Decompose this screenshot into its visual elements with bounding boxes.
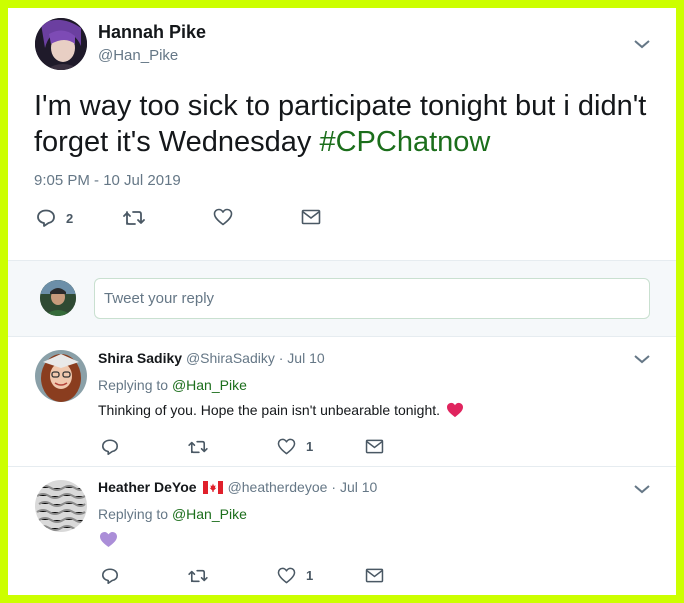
reply-author-avatar[interactable]: [35, 480, 87, 532]
reply-icon: [101, 568, 119, 585]
current-user-avatar: [40, 280, 76, 316]
chevron-down-icon[interactable]: [633, 38, 651, 50]
reply-header: Heather DeYoe @heatherdeyoe · Jul 10: [98, 479, 377, 495]
reply-action[interactable]: 2: [36, 208, 73, 228]
divider: [8, 466, 676, 467]
reply-author-handle[interactable]: @ShiraSadiky: [186, 350, 275, 366]
like-action[interactable]: [213, 208, 233, 226]
chevron-down-icon[interactable]: [633, 353, 651, 365]
message-action[interactable]: [365, 439, 384, 454]
message-action[interactable]: [301, 209, 321, 225]
like-icon: [213, 208, 233, 226]
mail-icon: [365, 568, 384, 583]
reply-author-handle[interactable]: @heatherdeyoe: [228, 479, 328, 495]
reply-input[interactable]: Tweet your reply: [94, 278, 650, 319]
mail-icon: [301, 209, 321, 225]
chevron-down-icon[interactable]: [633, 483, 651, 495]
reply-header: Shira Sadiky @ShiraSadiky · Jul 10: [98, 350, 325, 366]
purple-heart-icon: [100, 531, 117, 548]
tweet-timestamp[interactable]: 9:05 PM - 10 Jul 2019: [34, 172, 181, 189]
reply-author-name[interactable]: Heather DeYoe: [98, 479, 197, 495]
message-action[interactable]: [365, 568, 384, 583]
reply-date[interactable]: · Jul 10: [279, 350, 325, 366]
like-icon: [277, 438, 296, 455]
replying-to: Replying to @Han_Pike: [98, 377, 247, 393]
reply-input-placeholder: Tweet your reply: [104, 290, 215, 307]
like-count: 1: [306, 568, 314, 583]
retweet-icon: [188, 569, 208, 583]
like-icon: [277, 567, 296, 584]
author-avatar[interactable]: [35, 18, 87, 70]
divider: [8, 260, 676, 261]
reply-icon: [37, 209, 55, 227]
retweet-action[interactable]: [122, 209, 146, 227]
author-name[interactable]: Hannah Pike: [98, 22, 206, 43]
canada-flag-icon: [202, 480, 223, 494]
reply-author-name[interactable]: Shira Sadiky: [98, 350, 182, 366]
red-heart-icon: [447, 402, 464, 418]
hashtag-link[interactable]: #CPChatnow: [319, 126, 490, 158]
tweet-text: I'm way too sick to participate tonight …: [34, 88, 654, 160]
retweet-icon: [188, 440, 208, 454]
replying-to-label: Replying to: [98, 377, 169, 393]
reply-author-avatar[interactable]: [35, 350, 87, 402]
reply-icon: [101, 439, 119, 456]
retweet-action[interactable]: [187, 568, 209, 584]
reply-count: 2: [66, 210, 74, 226]
reply-text: Thinking of you. Hope the pain isn't unb…: [98, 402, 464, 418]
retweet-icon: [123, 211, 145, 225]
like-count: 1: [306, 439, 314, 454]
author-handle[interactable]: @Han_Pike: [98, 47, 178, 64]
mail-icon: [365, 439, 384, 454]
reply-action[interactable]: [101, 567, 119, 585]
divider: [8, 336, 676, 337]
replying-to: Replying to @Han_Pike: [98, 506, 247, 522]
like-action[interactable]: 1: [277, 567, 313, 584]
retweet-action[interactable]: [187, 439, 209, 455]
reply-text-body: Thinking of you. Hope the pain isn't unb…: [98, 402, 441, 418]
reply-date[interactable]: · Jul 10: [331, 479, 377, 495]
replying-to-label: Replying to: [98, 506, 169, 522]
replying-to-handle[interactable]: @Han_Pike: [172, 506, 247, 522]
reply-action[interactable]: [101, 438, 119, 456]
like-action[interactable]: 1: [277, 438, 313, 455]
replying-to-handle[interactable]: @Han_Pike: [172, 377, 247, 393]
